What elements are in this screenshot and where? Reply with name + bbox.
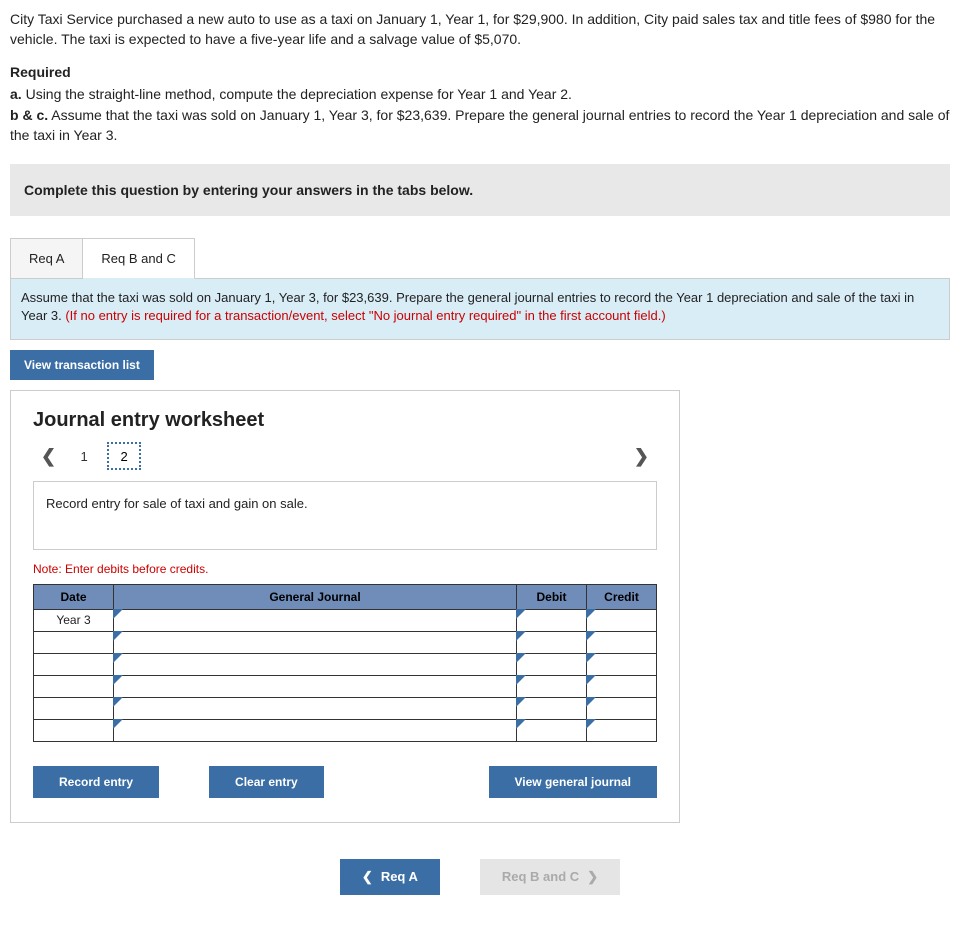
panel-red-text: (If no entry is required for a transacti…: [65, 308, 665, 323]
page-2-current[interactable]: 2: [107, 442, 141, 470]
prev-req-button[interactable]: ❮ Req A: [340, 859, 440, 895]
date-cell[interactable]: Year 3: [34, 609, 114, 631]
record-entry-button[interactable]: Record entry: [33, 766, 159, 798]
requirement-bc: b & c. Assume that the taxi was sold on …: [10, 106, 952, 145]
account-cell[interactable]: [114, 609, 517, 631]
tab-req-a[interactable]: Req A: [10, 238, 83, 279]
problem-text: City Taxi Service purchased a new auto t…: [10, 11, 935, 47]
col-date: Date: [34, 584, 114, 609]
prev-label: Req A: [381, 869, 418, 884]
debit-cell[interactable]: [517, 719, 587, 741]
chevron-right-icon: ❯: [587, 869, 598, 885]
tabs: Req A Req B and C: [10, 238, 950, 279]
credit-cell[interactable]: [587, 653, 657, 675]
debit-cell[interactable]: [517, 609, 587, 631]
requirement-a: a. Using the straight-line method, compu…: [10, 85, 952, 105]
next-label: Req B and C: [502, 869, 579, 884]
journal-worksheet: Journal entry worksheet ❮ 1 2 ❯ Record e…: [10, 390, 680, 823]
required-heading: Required: [10, 63, 952, 83]
chevron-left-icon[interactable]: ❮: [33, 442, 64, 471]
entry-prompt: Record entry for sale of taxi and gain o…: [33, 481, 657, 550]
credit-cell[interactable]: [587, 697, 657, 719]
instruction-banner: Complete this question by entering your …: [10, 164, 950, 216]
table-row: [34, 719, 657, 741]
date-cell[interactable]: [34, 675, 114, 697]
account-cell[interactable]: [114, 675, 517, 697]
account-cell[interactable]: [114, 653, 517, 675]
clear-entry-button[interactable]: Clear entry: [209, 766, 324, 798]
account-cell[interactable]: [114, 719, 517, 741]
table-row: [34, 631, 657, 653]
credit-cell[interactable]: [587, 631, 657, 653]
account-cell[interactable]: [114, 697, 517, 719]
debit-cell[interactable]: [517, 631, 587, 653]
tab-panel: Assume that the taxi was sold on January…: [10, 278, 950, 340]
table-row: [34, 697, 657, 719]
next-req-button[interactable]: Req B and C ❯: [480, 859, 620, 895]
date-cell[interactable]: [34, 631, 114, 653]
table-row: [34, 675, 657, 697]
debit-cell[interactable]: [517, 653, 587, 675]
worksheet-title: Journal entry worksheet: [33, 409, 657, 432]
debit-cell[interactable]: [517, 697, 587, 719]
page-1[interactable]: 1: [67, 442, 101, 470]
credit-cell[interactable]: [587, 675, 657, 697]
date-cell[interactable]: [34, 653, 114, 675]
debits-before-credits-note: Note: Enter debits before credits.: [33, 562, 657, 576]
journal-table: Date General Journal Debit Credit Year 3: [33, 584, 657, 742]
chevron-right-icon[interactable]: ❯: [626, 442, 657, 471]
view-transaction-list-button[interactable]: View transaction list: [10, 350, 154, 380]
account-cell[interactable]: [114, 631, 517, 653]
col-general-journal: General Journal: [114, 584, 517, 609]
table-row: Year 3: [34, 609, 657, 631]
chevron-left-icon: ❮: [362, 869, 373, 885]
credit-cell[interactable]: [587, 609, 657, 631]
credit-cell[interactable]: [587, 719, 657, 741]
tab-req-b-and-c[interactable]: Req B and C: [83, 238, 194, 279]
debit-cell[interactable]: [517, 675, 587, 697]
date-cell[interactable]: [34, 697, 114, 719]
view-general-journal-button[interactable]: View general journal: [489, 766, 657, 798]
table-row: [34, 653, 657, 675]
col-debit: Debit: [517, 584, 587, 609]
col-credit: Credit: [587, 584, 657, 609]
date-cell[interactable]: [34, 719, 114, 741]
